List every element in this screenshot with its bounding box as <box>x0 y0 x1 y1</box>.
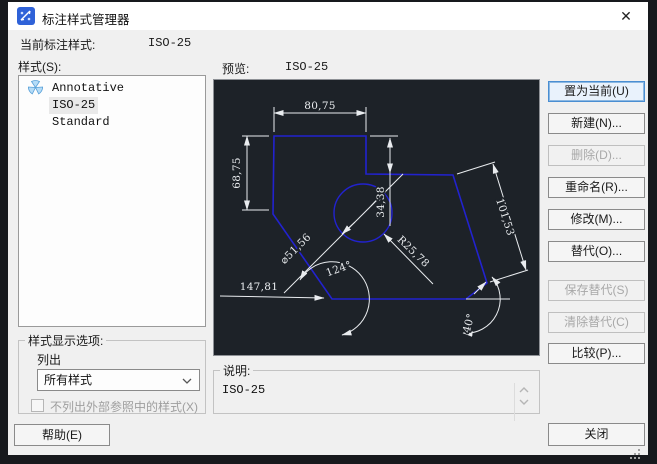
clear-override-button: 清除替代(C) <box>548 312 645 333</box>
preview-style-name: ISO-25 <box>285 60 329 74</box>
new-button[interactable]: 新建(N)... <box>548 113 645 134</box>
xref-checkbox[interactable] <box>31 399 44 412</box>
preview-canvas: 80,75 68,75 34,38 101,53 R25,78 ⌀51,56 1… <box>213 79 540 356</box>
compare-button[interactable]: 比较(P)... <box>548 343 645 364</box>
list-item-annotative[interactable]: Annotative <box>19 79 205 96</box>
list-item-iso25[interactable]: ISO-25 <box>19 96 205 114</box>
chevron-down-icon[interactable] <box>519 399 529 405</box>
description-text: ISO-25 <box>222 383 266 397</box>
list-item-label: Standard <box>52 115 110 129</box>
save-override-button: 保存替代(S) <box>548 280 645 301</box>
set-current-button[interactable]: 置为当前(U) <box>548 81 645 102</box>
current-style-label: 当前标注样式: <box>20 38 96 52</box>
chevron-up-icon[interactable] <box>519 387 529 393</box>
dim-text: 68,75 <box>231 157 243 189</box>
screen: 标注样式管理器 ✕ 当前标注样式: ISO-25 样式(S): Annotati… <box>0 0 657 462</box>
delete-button: 删除(D)... <box>548 145 645 166</box>
dropdown-value: 所有样式 <box>44 373 93 387</box>
list-item-label: Annotative <box>52 81 125 95</box>
styles-list[interactable]: Annotative ISO-25 Standard <box>18 75 206 327</box>
style-display-options-label: 样式显示选项: <box>28 334 104 348</box>
dim-text: 80,75 <box>304 100 336 112</box>
current-style-value: ISO-25 <box>148 36 192 50</box>
titlebar[interactable]: 标注样式管理器 ✕ <box>8 2 648 30</box>
list-item-label-selected: ISO-25 <box>49 97 99 114</box>
list-filter-dropdown[interactable]: 所有样式 <box>37 369 200 391</box>
annotative-icon <box>27 80 44 95</box>
override-button[interactable]: 替代(O)... <box>548 241 645 262</box>
preview-label: 预览: <box>222 62 250 76</box>
description-label: 说明: <box>223 364 251 378</box>
style-display-options-group: 样式显示选项: 列出 所有样式 不列出外部参照中的样式(X) <box>18 332 206 414</box>
dimension-style-icon <box>17 7 35 25</box>
help-button[interactable]: 帮助(E) <box>14 424 110 446</box>
resize-grip[interactable] <box>628 446 642 464</box>
dim-text: 34,38 <box>375 186 387 218</box>
chevron-down-icon <box>182 378 192 384</box>
close-icon[interactable]: ✕ <box>604 2 648 30</box>
rename-button[interactable]: 重命名(R)... <box>548 177 645 198</box>
list-item-standard[interactable]: Standard <box>19 113 205 130</box>
close-button[interactable]: 关闭 <box>548 423 645 446</box>
xref-checkbox-label: 不列出外部参照中的样式(X) <box>50 400 198 414</box>
description-group: 说明: ISO-25 <box>213 362 540 421</box>
dim-text: 147,81 <box>240 281 279 293</box>
styles-label: 样式(S): <box>18 60 62 74</box>
list-label: 列出 <box>37 353 62 367</box>
dimension-style-manager-dialog: 标注样式管理器 ✕ 当前标注样式: ISO-25 样式(S): Annotati… <box>8 2 648 459</box>
dialog-title: 标注样式管理器 <box>42 13 130 27</box>
description-scrollbar[interactable] <box>514 383 533 421</box>
dialog-body: 当前标注样式: ISO-25 样式(S): Annotative ISO-25 … <box>8 30 648 459</box>
modify-button[interactable]: 修改(M)... <box>548 209 645 230</box>
